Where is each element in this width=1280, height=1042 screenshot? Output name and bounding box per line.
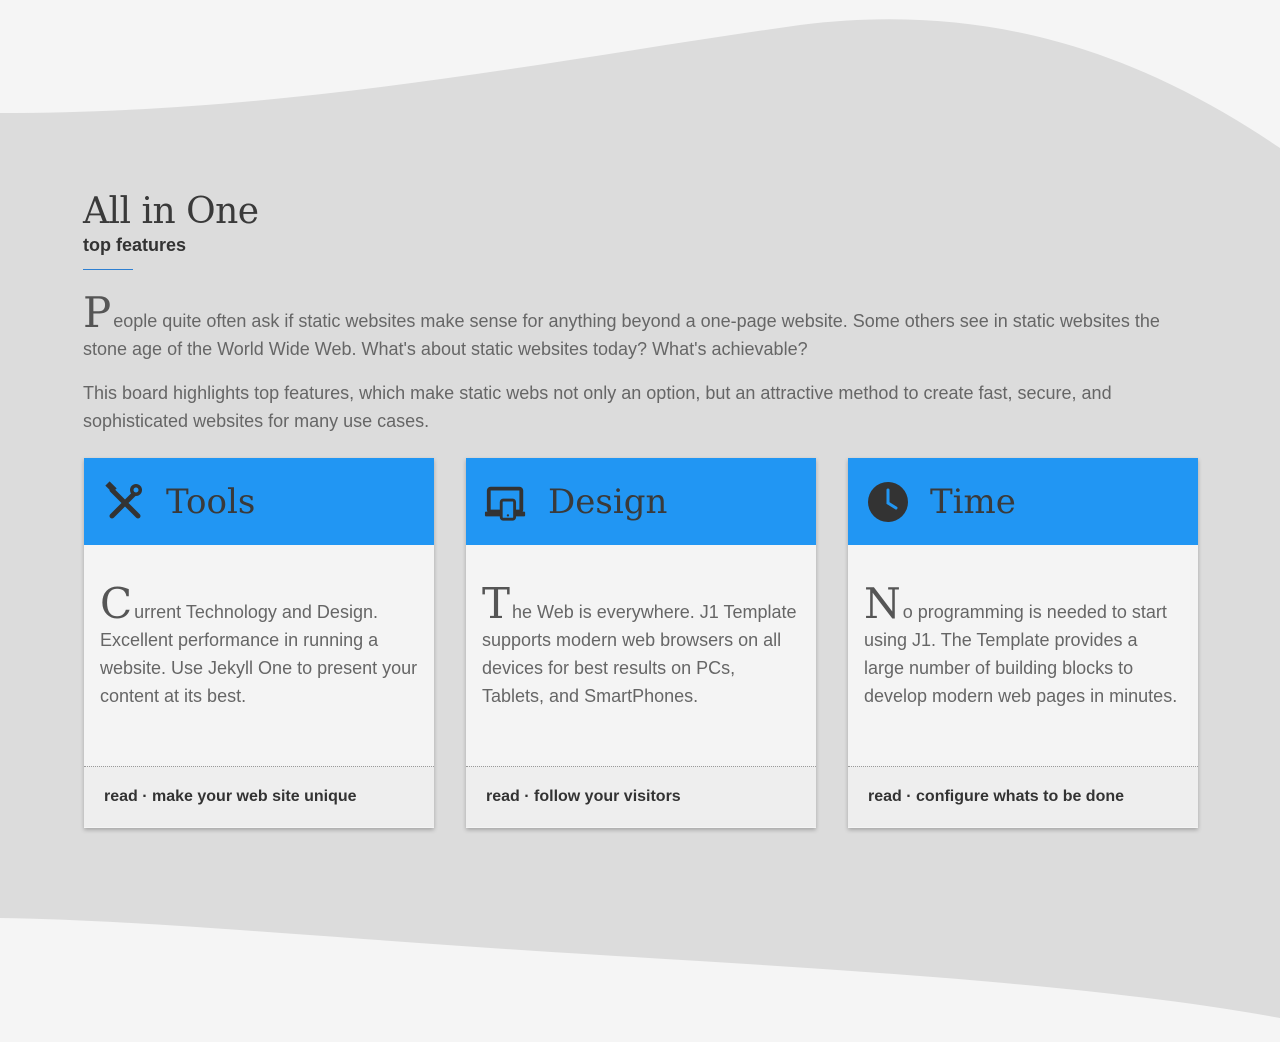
card-body: No programming is needed to start using … <box>848 545 1198 766</box>
intro-text: People quite often ask if static website… <box>83 292 1198 435</box>
card-header: Tools <box>84 458 434 545</box>
clock-icon <box>866 480 910 524</box>
card-read-link[interactable]: read · make your web site unique <box>84 766 434 827</box>
card-read-link[interactable]: read · follow your visitors <box>466 766 816 827</box>
features-section: All in One top features People quite oft… <box>83 190 1198 435</box>
feature-cards: Tools Current Technology and Design. Exc… <box>84 458 1198 828</box>
card-header: Time <box>848 458 1198 545</box>
card-text: o programming is needed to start using J… <box>864 602 1178 706</box>
section-subtitle: top features <box>83 235 187 256</box>
card-design: Design The Web is everywhere. J1 Templat… <box>466 458 816 828</box>
card-dropcap: T <box>482 579 511 628</box>
intro-paragraph-1: People quite often ask if static website… <box>83 292 1198 363</box>
card-tools: Tools Current Technology and Design. Exc… <box>84 458 434 828</box>
intro-dropcap: P <box>83 288 112 338</box>
card-title: Tools <box>166 481 256 522</box>
intro-paragraph-1-text: eople quite often ask if static websites… <box>83 311 1160 360</box>
card-dropcap: N <box>864 579 901 628</box>
card-title: Design <box>548 481 668 522</box>
card-text: he Web is everywhere. J1 Template suppor… <box>482 602 797 706</box>
devices-icon <box>484 480 528 524</box>
title-divider <box>83 269 133 271</box>
section-title: All in One <box>83 191 259 232</box>
tools-icon <box>102 480 146 524</box>
card-body: The Web is everywhere. J1 Template suppo… <box>466 545 816 766</box>
card-title: Time <box>930 481 1016 522</box>
card-text: urrent Technology and Design. Excellent … <box>100 602 418 706</box>
intro-paragraph-2: This board highlights top features, whic… <box>83 383 1112 432</box>
card-time: Time No programming is needed to start u… <box>848 458 1198 828</box>
card-read-link[interactable]: read · configure whats to be done <box>848 766 1198 827</box>
card-body: Current Technology and Design. Excellent… <box>84 545 434 766</box>
card-header: Design <box>466 458 816 545</box>
card-dropcap: C <box>100 579 133 628</box>
